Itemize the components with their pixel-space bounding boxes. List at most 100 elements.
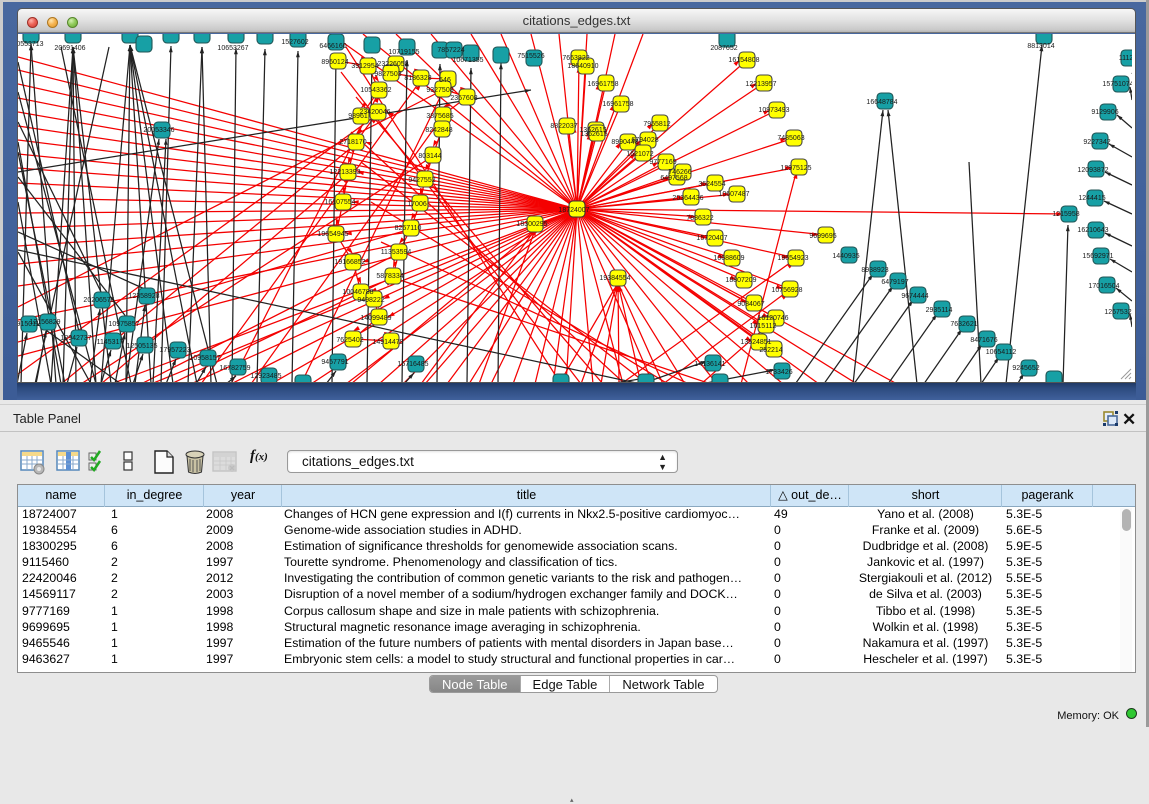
svg-text:1621072: 1621072 <box>626 151 653 158</box>
svg-text:10653267: 10653267 <box>217 45 248 52</box>
svg-text:8267110: 8267110 <box>395 225 422 232</box>
svg-text:1267532: 1267532 <box>1104 309 1131 316</box>
svg-text:12923485: 12923485 <box>250 373 281 380</box>
svg-text:10719155: 10719155 <box>388 49 419 56</box>
svg-text:10543362: 10543362 <box>360 87 391 94</box>
svg-text:20553713: 20553713 <box>18 41 44 48</box>
svg-text:9084067: 9084067 <box>737 301 764 308</box>
svg-text:7625402: 7625402 <box>336 337 363 344</box>
svg-text:2935114: 2935114 <box>926 307 953 314</box>
svg-text:6479197: 6479197 <box>881 279 908 286</box>
svg-text:1244415: 1244415 <box>1078 195 1105 202</box>
svg-text:17957223: 17957223 <box>159 347 190 354</box>
svg-text:12093872: 12093872 <box>1077 167 1108 174</box>
svg-text:7485063: 7485063 <box>777 135 804 142</box>
svg-text:15716485: 15716485 <box>397 361 428 368</box>
svg-text:9457791: 9457791 <box>321 359 348 366</box>
svg-text:1215958: 1215958 <box>1052 211 1079 218</box>
svg-text:15720407: 15720407 <box>696 235 727 242</box>
svg-text:19384554: 19384554 <box>599 275 630 282</box>
svg-text:6794028: 6794028 <box>631 137 658 144</box>
svg-text:1112: 1112 <box>1119 55 1132 62</box>
svg-text:9245652: 9245652 <box>1012 365 1039 372</box>
svg-text:16961758: 16961758 <box>587 81 618 88</box>
svg-text:9674444: 9674444 <box>901 293 928 300</box>
svg-text:12942737: 12942737 <box>60 335 91 342</box>
svg-text:19654923: 19654923 <box>777 255 808 262</box>
svg-text:1440935: 1440935 <box>832 253 859 260</box>
svg-text:11353594: 11353594 <box>381 249 412 256</box>
svg-text:16210643: 16210643 <box>1077 227 1108 234</box>
svg-text:1145317: 1145317 <box>97 339 124 346</box>
svg-text:8186328: 8186328 <box>404 75 431 82</box>
svg-text:19654945: 19654945 <box>317 231 348 238</box>
svg-text:9129906: 9129906 <box>1091 109 1118 116</box>
svg-text:20053346: 20053346 <box>143 127 174 134</box>
svg-text:12505135: 12505135 <box>126 343 157 350</box>
svg-text:16120746: 16120746 <box>757 315 788 322</box>
svg-text:1615112: 1615112 <box>750 323 777 330</box>
svg-text:12213393: 12213393 <box>329 169 360 176</box>
svg-text:18724007: 18724007 <box>558 207 589 214</box>
svg-text:18640910: 18640910 <box>567 63 598 70</box>
svg-text:9327508: 9327508 <box>426 87 453 94</box>
svg-text:19166852: 19166852 <box>334 259 365 266</box>
svg-text:8242848: 8242848 <box>425 127 452 134</box>
svg-text:10654112: 10654112 <box>986 349 1017 356</box>
svg-text:7663822: 7663822 <box>562 55 589 62</box>
svg-text:7632621: 7632621 <box>950 321 977 328</box>
svg-text:14914479: 14914479 <box>372 339 403 346</box>
svg-text:746266: 746266 <box>668 169 691 176</box>
svg-text:16154808: 16154808 <box>728 57 759 64</box>
svg-text:9827503: 9827503 <box>374 71 401 78</box>
svg-text:6466160: 6466160 <box>319 43 346 50</box>
svg-text:5878334: 5878334 <box>376 273 403 280</box>
svg-text:10671355: 10671355 <box>452 57 483 64</box>
svg-text:9427552: 9427552 <box>408 177 435 184</box>
svg-text:2367608: 2367608 <box>450 95 477 102</box>
svg-text:12213957: 12213957 <box>745 81 776 88</box>
svg-text:15751074: 15751074 <box>1102 81 1132 88</box>
svg-text:16782759: 16782759 <box>219 365 250 372</box>
svg-text:9699695: 9699695 <box>809 233 836 240</box>
svg-text:12156829: 12156829 <box>29 319 60 326</box>
svg-text:8960124: 8960124 <box>321 59 348 66</box>
svg-text:12358928: 12358928 <box>128 293 159 300</box>
svg-text:7955812: 7955812 <box>643 121 670 128</box>
svg-text:23226058: 23226058 <box>377 61 408 68</box>
svg-text:546: 546 <box>439 77 451 84</box>
svg-text:1733426: 1733426 <box>765 369 792 376</box>
svg-text:10975857: 10975857 <box>108 321 139 328</box>
svg-text:8938923: 8938923 <box>861 267 888 274</box>
svg-text:20206576: 20206576 <box>83 297 114 304</box>
svg-text:8813014: 8813014 <box>1027 43 1054 50</box>
svg-text:13524851: 13524851 <box>740 339 771 346</box>
svg-text:17006: 17006 <box>407 201 427 208</box>
svg-text:12975125: 12975125 <box>780 165 811 172</box>
svg-text:6497568: 6497568 <box>660 175 687 182</box>
svg-text:14099489: 14099489 <box>360 315 391 322</box>
svg-text:10958157: 10958157 <box>189 355 220 362</box>
svg-text:9777169: 9777169 <box>649 159 676 166</box>
svg-text:18807209: 18807209 <box>725 277 756 284</box>
svg-text:10046788: 10046788 <box>342 289 373 296</box>
svg-text:20364436: 20364436 <box>672 195 703 202</box>
svg-text:10688609: 10688609 <box>713 255 744 262</box>
svg-text:3875685: 3875685 <box>426 113 453 120</box>
svg-text:14136141: 14136141 <box>694 361 725 368</box>
svg-text:20691406: 20691406 <box>54 45 85 52</box>
svg-text:17016504: 17016504 <box>1088 283 1119 290</box>
svg-text:16107554: 16107554 <box>324 199 355 206</box>
svg-text:7886322: 7886322 <box>686 215 713 222</box>
svg-text:2087652: 2087652 <box>710 45 737 52</box>
svg-text:9498222: 9498222 <box>357 297 384 304</box>
svg-text:10973493: 10973493 <box>758 107 789 114</box>
svg-text:23420046: 23420046 <box>359 109 390 116</box>
svg-text:252214: 252214 <box>759 347 782 354</box>
svg-text:16961758: 16961758 <box>602 101 633 108</box>
svg-text:15692971: 15692971 <box>1082 253 1113 260</box>
svg-text:18300295: 18300295 <box>516 221 547 228</box>
svg-text:3912954: 3912954 <box>351 63 378 70</box>
svg-text:10756928: 10756928 <box>771 287 802 294</box>
svg-text:7515526: 7515526 <box>517 53 544 60</box>
